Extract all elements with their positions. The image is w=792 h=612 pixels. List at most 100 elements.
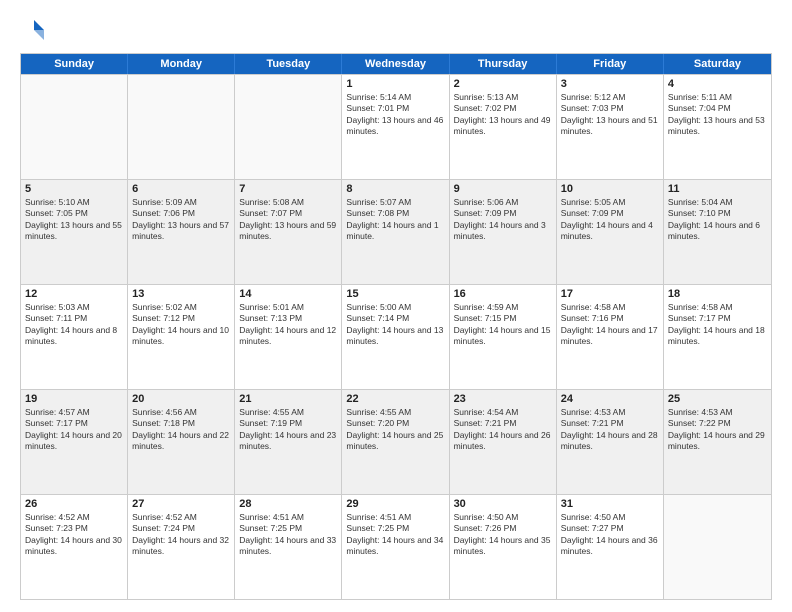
day-info: Sunrise: 4:55 AM Sunset: 7:20 PM Dayligh… [346, 407, 444, 453]
day-info: Sunrise: 4:50 AM Sunset: 7:27 PM Dayligh… [561, 512, 659, 558]
day-number: 17 [561, 288, 659, 300]
day-cell-10: 10 Sunrise: 5:05 AM Sunset: 7:09 PM Dayli… [557, 180, 664, 284]
day-cell-22: 22 Sunrise: 4:55 AM Sunset: 7:20 PM Dayli… [342, 390, 449, 494]
empty-cell-0-1 [128, 75, 235, 179]
day-cell-24: 24 Sunrise: 4:53 AM Sunset: 7:21 PM Dayli… [557, 390, 664, 494]
calendar-row-4: 26Sunrise: 4:52 AM Sunset: 7:23 PM Dayli… [21, 494, 771, 599]
calendar-body: 1Sunrise: 5:14 AM Sunset: 7:01 PM Daylig… [21, 74, 771, 599]
day-info: Sunrise: 5:06 AM Sunset: 7:09 PM Dayligh… [454, 197, 552, 243]
day-number: 31 [561, 498, 659, 510]
weekday-header-tuesday: Tuesday [235, 54, 342, 74]
day-number: 29 [346, 498, 444, 510]
day-info: Sunrise: 5:05 AM Sunset: 7:09 PM Dayligh… [561, 197, 659, 243]
day-cell-5: 5 Sunrise: 5:10 AM Sunset: 7:05 PM Daylig… [21, 180, 128, 284]
day-info: Sunrise: 5:01 AM Sunset: 7:13 PM Dayligh… [239, 302, 337, 348]
day-number: 15 [346, 288, 444, 300]
day-info: Sunrise: 5:00 AM Sunset: 7:14 PM Dayligh… [346, 302, 444, 348]
day-info: Sunrise: 5:10 AM Sunset: 7:05 PM Dayligh… [25, 197, 123, 243]
day-number: 28 [239, 498, 337, 510]
day-cell-18: 18 Sunrise: 4:58 AM Sunset: 7:17 PM Dayli… [664, 285, 771, 389]
day-info: Sunrise: 4:52 AM Sunset: 7:24 PM Dayligh… [132, 512, 230, 558]
day-number: 23 [454, 393, 552, 405]
day-info: Sunrise: 4:50 AM Sunset: 7:26 PM Dayligh… [454, 512, 552, 558]
day-number: 12 [25, 288, 123, 300]
day-number: 14 [239, 288, 337, 300]
day-number: 16 [454, 288, 552, 300]
day-cell-17: 17 Sunrise: 4:58 AM Sunset: 7:16 PM Dayli… [557, 285, 664, 389]
day-cell-7: 7Sunrise: 5:08 AM Sunset: 7:07 PM Daylig… [235, 180, 342, 284]
day-cell-26: 26Sunrise: 4:52 AM Sunset: 7:23 PM Dayli… [21, 495, 128, 599]
day-cell-30: 30 Sunrise: 4:50 AM Sunset: 7:26 PM Dayli… [450, 495, 557, 599]
day-cell-14: 14 Sunrise: 5:01 AM Sunset: 7:13 PM Dayli… [235, 285, 342, 389]
day-cell-31: 31 Sunrise: 4:50 AM Sunset: 7:27 PM Dayli… [557, 495, 664, 599]
day-cell-11: 11 Sunrise: 5:04 AM Sunset: 7:10 PM Dayli… [664, 180, 771, 284]
day-cell-19: 19 Sunrise: 4:57 AM Sunset: 7:17 PM Dayli… [21, 390, 128, 494]
day-cell-13: 13 Sunrise: 5:02 AM Sunset: 7:12 PM Dayli… [128, 285, 235, 389]
day-number: 6 [132, 183, 230, 195]
day-number: 25 [668, 393, 767, 405]
day-number: 8 [346, 183, 444, 195]
day-number: 21 [239, 393, 337, 405]
calendar-row-3: 19 Sunrise: 4:57 AM Sunset: 7:17 PM Dayli… [21, 389, 771, 494]
day-cell-15: 15 Sunrise: 5:00 AM Sunset: 7:14 PM Dayli… [342, 285, 449, 389]
day-cell-12: 12Sunrise: 5:03 AM Sunset: 7:11 PM Dayli… [21, 285, 128, 389]
page: SundayMondayTuesdayWednesdayThursdayFrid… [0, 0, 792, 612]
day-info: Sunrise: 4:53 AM Sunset: 7:21 PM Dayligh… [561, 407, 659, 453]
header [20, 18, 772, 45]
day-cell-28: 28Sunrise: 4:51 AM Sunset: 7:25 PM Dayli… [235, 495, 342, 599]
weekday-header-sunday: Sunday [21, 54, 128, 74]
day-cell-21: 21 Sunrise: 4:55 AM Sunset: 7:19 PM Dayli… [235, 390, 342, 494]
empty-cell-0-0 [21, 75, 128, 179]
day-number: 4 [668, 78, 767, 90]
calendar: SundayMondayTuesdayWednesdayThursdayFrid… [20, 53, 772, 600]
day-cell-6: 6 Sunrise: 5:09 AM Sunset: 7:06 PM Daylig… [128, 180, 235, 284]
day-number: 2 [454, 78, 552, 90]
day-cell-16: 16Sunrise: 4:59 AM Sunset: 7:15 PM Dayli… [450, 285, 557, 389]
day-cell-4: 4 Sunrise: 5:11 AM Sunset: 7:04 PM Daylig… [664, 75, 771, 179]
logo-icon [22, 18, 44, 40]
calendar-row-2: 12Sunrise: 5:03 AM Sunset: 7:11 PM Dayli… [21, 284, 771, 389]
day-number: 13 [132, 288, 230, 300]
weekday-header-friday: Friday [557, 54, 664, 74]
day-number: 10 [561, 183, 659, 195]
day-number: 7 [239, 183, 337, 195]
day-cell-29: 29Sunrise: 4:51 AM Sunset: 7:25 PM Dayli… [342, 495, 449, 599]
day-info: Sunrise: 4:57 AM Sunset: 7:17 PM Dayligh… [25, 407, 123, 453]
day-info: Sunrise: 5:11 AM Sunset: 7:04 PM Dayligh… [668, 92, 767, 138]
day-cell-8: 8Sunrise: 5:07 AM Sunset: 7:08 PM Daylig… [342, 180, 449, 284]
day-number: 20 [132, 393, 230, 405]
day-cell-25: 25Sunrise: 4:53 AM Sunset: 7:22 PM Dayli… [664, 390, 771, 494]
calendar-row-0: 1Sunrise: 5:14 AM Sunset: 7:01 PM Daylig… [21, 74, 771, 179]
day-info: Sunrise: 4:58 AM Sunset: 7:16 PM Dayligh… [561, 302, 659, 348]
day-cell-2: 2 Sunrise: 5:13 AM Sunset: 7:02 PM Daylig… [450, 75, 557, 179]
weekday-header-wednesday: Wednesday [342, 54, 449, 74]
logo [20, 18, 44, 45]
day-number: 19 [25, 393, 123, 405]
day-info: Sunrise: 5:12 AM Sunset: 7:03 PM Dayligh… [561, 92, 659, 138]
empty-cell-0-2 [235, 75, 342, 179]
day-number: 27 [132, 498, 230, 510]
day-number: 3 [561, 78, 659, 90]
day-number: 1 [346, 78, 444, 90]
day-cell-9: 9 Sunrise: 5:06 AM Sunset: 7:09 PM Daylig… [450, 180, 557, 284]
weekday-header-thursday: Thursday [450, 54, 557, 74]
day-number: 9 [454, 183, 552, 195]
day-cell-3: 3 Sunrise: 5:12 AM Sunset: 7:03 PM Daylig… [557, 75, 664, 179]
day-number: 5 [25, 183, 123, 195]
day-number: 22 [346, 393, 444, 405]
weekday-header-saturday: Saturday [664, 54, 771, 74]
day-info: Sunrise: 4:54 AM Sunset: 7:21 PM Dayligh… [454, 407, 552, 453]
day-info: Sunrise: 4:56 AM Sunset: 7:18 PM Dayligh… [132, 407, 230, 453]
day-info: Sunrise: 5:04 AM Sunset: 7:10 PM Dayligh… [668, 197, 767, 243]
day-info: Sunrise: 5:09 AM Sunset: 7:06 PM Dayligh… [132, 197, 230, 243]
day-cell-27: 27 Sunrise: 4:52 AM Sunset: 7:24 PM Dayli… [128, 495, 235, 599]
day-info: Sunrise: 4:58 AM Sunset: 7:17 PM Dayligh… [668, 302, 767, 348]
day-info: Sunrise: 4:55 AM Sunset: 7:19 PM Dayligh… [239, 407, 337, 453]
day-number: 30 [454, 498, 552, 510]
day-number: 11 [668, 183, 767, 195]
day-number: 18 [668, 288, 767, 300]
day-info: Sunrise: 5:13 AM Sunset: 7:02 PM Dayligh… [454, 92, 552, 138]
day-number: 26 [25, 498, 123, 510]
day-info: Sunrise: 5:02 AM Sunset: 7:12 PM Dayligh… [132, 302, 230, 348]
day-number: 24 [561, 393, 659, 405]
